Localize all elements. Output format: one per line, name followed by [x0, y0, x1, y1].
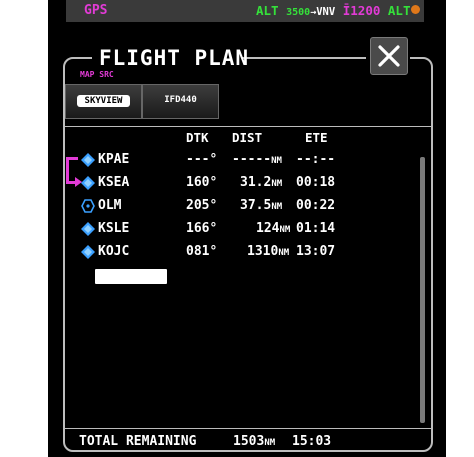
dtk-value: 205°: [186, 198, 218, 213]
flight-plan-row[interactable]: OLM 205° 37.5NM 00:22: [48, 195, 446, 217]
waypoint-name: KOJC: [98, 244, 130, 259]
total-remaining-ete: 15:03: [292, 434, 332, 449]
column-header-ete: ETE: [305, 130, 328, 145]
add-waypoint-button[interactable]: [95, 269, 167, 284]
waypoint-name: OLM: [98, 198, 122, 213]
alt-armed-label: ALT: [387, 3, 411, 18]
divider: [65, 126, 431, 127]
alt-value: 3500: [286, 7, 311, 18]
map-src-ifd440-label: IFD440: [164, 95, 197, 105]
map-src-ifd440-button[interactable]: IFD440: [142, 84, 219, 119]
dist-unit: NM: [271, 156, 282, 166]
airport-icon: [81, 245, 95, 259]
vor-icon: [81, 199, 95, 213]
ete-value: 00:18: [296, 175, 336, 190]
close-button[interactable]: [370, 37, 408, 75]
map-src-skyview-label: SKYVIEW: [77, 95, 130, 107]
total-dist-unit: NM: [264, 438, 276, 448]
dtk-value: 081°: [186, 244, 218, 259]
column-header-dtk: DTK: [186, 130, 209, 145]
total-remaining-label: TOTAL REMAINING: [79, 434, 197, 449]
alt-mode-label: ALT: [256, 3, 279, 18]
flight-plan-screen: GPS ALT 3500→VNV Ī1200 ALT FLIGHT PLAN M…: [48, 0, 446, 457]
dtk-value: ---°: [186, 152, 218, 167]
dist-unit: NM: [278, 248, 290, 258]
alt-target-value: 1200: [350, 3, 381, 18]
ete-value: 13:07: [296, 244, 336, 259]
ete-value: 00:22: [296, 198, 336, 213]
waypoint-name: KPAE: [98, 152, 130, 167]
waypoint-name: KSLE: [98, 221, 130, 236]
ete-value: 01:14: [296, 221, 336, 236]
dist-unit: NM: [271, 202, 283, 212]
airport-icon: [81, 153, 95, 167]
gps-source-label: GPS: [84, 3, 108, 18]
flight-plan-row[interactable]: KSEA 160° 31.2NM 00:18: [48, 172, 446, 194]
flight-plan-row[interactable]: KPAE ---° -----NM --:--: [48, 149, 446, 171]
airport-icon: [81, 222, 95, 236]
ete-value: --:--: [296, 152, 336, 167]
map-src-label: MAP SRC: [80, 70, 114, 79]
dist-unit: NM: [279, 225, 291, 235]
dist-value: 31.2: [240, 175, 272, 190]
status-bar: GPS ALT 3500→VNV Ī1200 ALT: [66, 0, 424, 22]
flight-plan-row[interactable]: KSLE 166° 124NM 01:14: [48, 218, 446, 240]
waypoint-name: KSEA: [98, 175, 130, 190]
alt-indicator-dot-icon: [411, 5, 421, 14]
divider: [65, 428, 431, 429]
airport-icon: [81, 176, 95, 190]
vnv-label: VNV: [316, 6, 336, 18]
flight-plan-row[interactable]: KOJC 081° 1310NM 13:07: [48, 241, 446, 263]
scrollbar[interactable]: [420, 157, 425, 423]
dist-value: 1310: [247, 244, 279, 259]
column-header-dist: DIST: [232, 130, 263, 145]
total-remaining-dist: 1503NM: [233, 434, 275, 449]
dist-value: 124: [256, 221, 280, 236]
dtk-value: 166°: [186, 221, 218, 236]
altitude-strip: ALT 3500→VNV Ī1200 ALT: [256, 3, 421, 18]
map-src-skyview-button[interactable]: SKYVIEW: [65, 84, 142, 119]
close-icon: [378, 45, 400, 67]
total-dist-value: 1503: [233, 434, 265, 449]
dist-value: -----: [232, 152, 272, 167]
page-title: FLIGHT PLAN: [99, 46, 250, 70]
dist-value: 37.5: [240, 198, 272, 213]
dtk-value: 160°: [186, 175, 218, 190]
dist-unit: NM: [271, 179, 283, 189]
